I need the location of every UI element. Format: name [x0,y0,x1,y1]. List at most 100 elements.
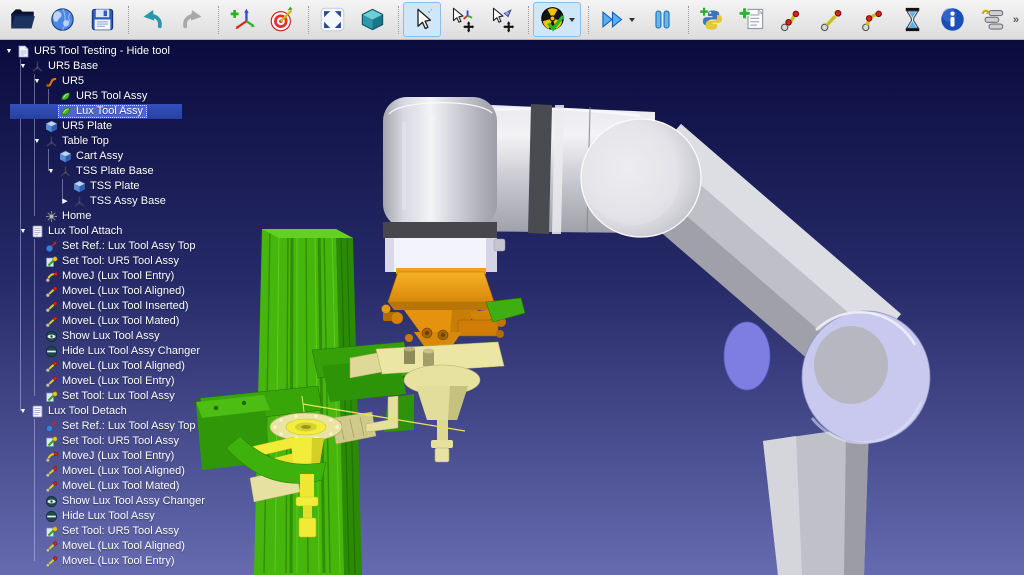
tree-item-ur5-base[interactable]: ▼UR5 Base [0,59,102,74]
tree-item-movel-lux-tool-aligned[interactable]: MoveL (Lux Tool Aligned) [0,359,189,374]
tree-item-movel-lux-tool-aligned[interactable]: MoveL (Lux Tool Aligned) [0,539,189,554]
tree-item-hide-lux-tool-assy[interactable]: Hide Lux Tool Assy [0,509,159,524]
tree-item-home[interactable]: Home [0,209,95,224]
insert-wait-button[interactable] [893,2,931,37]
tree-item-content: Lux Tool Attach [30,225,126,238]
tree-item-hide-lux-tool-assy-changer[interactable]: Hide Lux Tool Assy Changer [0,344,204,359]
tree-item-label: Set Tool: UR5 Tool Assy [62,525,179,538]
home-icon [45,210,58,223]
tree-item-movel-lux-tool-mated[interactable]: MoveL (Lux Tool Mated) [0,314,183,329]
tree-item-set-tool-ur5-tool-assy[interactable]: Set Tool: UR5 Tool Assy [0,254,183,269]
set-target-button[interactable] [263,2,301,37]
isometric-view-button[interactable] [353,2,391,37]
simulate-icon [539,6,566,33]
new-macro-button[interactable] [733,2,771,37]
tree-item-ur5-plate[interactable]: UR5 Plate [0,119,116,134]
tree-item-content: Lux Tool Assy [58,105,147,118]
expand-closed-icon[interactable]: ▶ [58,194,72,209]
save-button[interactable] [83,2,121,37]
tree-item-tss-plate-base[interactable]: ▼TSS Plate Base [0,164,158,179]
command-list-button[interactable] [973,2,1011,37]
elbow-side-cap[interactable] [724,322,770,390]
tree-item-ur5-tool-testing-hide-tool[interactable]: ▼UR5 Tool Testing - Hide tool [0,44,174,59]
dropdown-caret-icon[interactable] [569,18,575,22]
tree-item-label: Set Ref.: Lux Tool Assy Top [62,420,196,433]
insert-move-joint-button[interactable] [853,2,891,37]
tree-item-set-ref-lux-tool-assy-top[interactable]: Set Ref.: Lux Tool Assy Top [0,419,200,434]
dropdown-caret-icon[interactable] [629,18,635,22]
new-placement-button[interactable] [223,2,261,37]
tree-item-ur5-tool-assy[interactable]: UR5 Tool Assy [0,89,151,104]
tree-item-label: UR5 Tool Assy [76,90,147,103]
tool-icon [59,90,72,103]
movej-icon [45,270,58,283]
macro-icon [31,225,44,238]
info-button[interactable] [933,2,971,37]
redo-button[interactable] [173,2,211,37]
tree-item-set-tool-ur5-tool-assy[interactable]: Set Tool: UR5 Tool Assy [0,434,183,449]
tree-item-tss-assy-base[interactable]: ▶TSS Assy Base [0,194,170,209]
tree-item-content: MoveL (Lux Tool Mated) [44,315,183,328]
tree-item-label: UR5 [62,75,84,88]
tree-guide-line [34,419,35,561]
tree-item-movel-lux-tool-entry[interactable]: MoveL (Lux Tool Entry) [0,374,179,389]
tree-item-label: MoveL (Lux Tool Inserted) [62,300,189,313]
tree-item-lux-tool-assy[interactable]: Lux Tool Assy [0,104,147,119]
tree-item-content: Lux Tool Detach [30,405,131,418]
dragger-mode-button[interactable] [483,2,521,37]
wrist-link[interactable] [383,97,505,272]
movel-icon [45,555,58,568]
tree-item-label: UR5 Plate [62,120,112,133]
toolbar-separator [682,6,689,34]
expand-open-icon[interactable]: ▼ [30,134,44,149]
insert-move-curve-button[interactable] [773,2,811,37]
movel-icon [45,315,58,328]
tree-item-show-lux-tool-assy-changer[interactable]: Show Lux Tool Assy Changer [0,494,209,509]
tree-item-movel-lux-tool-mated[interactable]: MoveL (Lux Tool Mated) [0,479,183,494]
elbow-joint[interactable] [802,311,930,443]
new-python-command-button[interactable] [693,2,731,37]
cube-icon [359,6,386,33]
tree-item-lux-tool-attach[interactable]: ▼Lux Tool Attach [0,224,126,239]
expand-open-icon[interactable]: ▼ [16,59,30,74]
open-folder-button[interactable] [3,2,41,37]
play-forward-button[interactable] [593,2,641,37]
undo-button[interactable] [133,2,171,37]
tree-guide-line [34,74,35,216]
expand-open-icon[interactable]: ▼ [44,164,58,179]
fit-all-button[interactable] [313,2,351,37]
robot-icon [45,75,58,88]
select-mode-button[interactable] [403,2,441,37]
expand-open-icon[interactable]: ▼ [16,404,30,419]
tree-item-movel-lux-tool-aligned[interactable]: MoveL (Lux Tool Aligned) [0,284,189,299]
tree-item-tss-plate[interactable]: TSS Plate [0,179,144,194]
tree-item-ur5[interactable]: ▼ UR5 [0,74,88,89]
tree-item-label: Lux Tool Detach [48,405,127,418]
movel-icon [45,465,58,478]
tree-guide-line [34,239,35,396]
simulate-button[interactable] [533,2,581,37]
expand-open-icon[interactable]: ▼ [30,74,44,89]
tree-item-content: MoveL (Lux Tool Inserted) [44,300,193,313]
tree-item-movej-lux-tool-entry[interactable]: MoveJ (Lux Tool Entry) [0,449,178,464]
pause-button[interactable] [643,2,681,37]
tree-item-movel-lux-tool-aligned[interactable]: MoveL (Lux Tool Aligned) [0,464,189,479]
tree-item-movej-lux-tool-entry[interactable]: MoveJ (Lux Tool Entry) [0,269,178,284]
transform-mode-button[interactable] [443,2,481,37]
tree-item-set-ref-lux-tool-assy-top[interactable]: Set Ref.: Lux Tool Assy Top [0,239,200,254]
tree-item-show-lux-tool-assy[interactable]: Show Lux Tool Assy [0,329,164,344]
settool-icon [45,525,58,538]
expand-open-icon[interactable]: ▼ [2,44,16,59]
expand-open-icon[interactable]: ▼ [16,224,30,239]
tree-item-set-tool-lux-tool-assy[interactable]: Set Tool: Lux Tool Assy [0,389,179,404]
toolbar-overflow-chevron[interactable]: » [1013,14,1018,26]
insert-move-linear-button[interactable] [813,2,851,37]
tree-item-movel-lux-tool-inserted[interactable]: MoveL (Lux Tool Inserted) [0,299,193,314]
tree-item-label: MoveL (Lux Tool Aligned) [62,360,185,373]
tree-item-set-tool-ur5-tool-assy[interactable]: Set Tool: UR5 Tool Assy [0,524,183,539]
move3-icon [859,6,886,33]
open-web-button[interactable] [43,2,81,37]
main-toolbar: » [0,0,1024,40]
tree-item-movel-lux-tool-entry[interactable]: MoveL (Lux Tool Entry) [0,554,179,569]
tree-item-table-top[interactable]: ▼Table Top [0,134,113,149]
